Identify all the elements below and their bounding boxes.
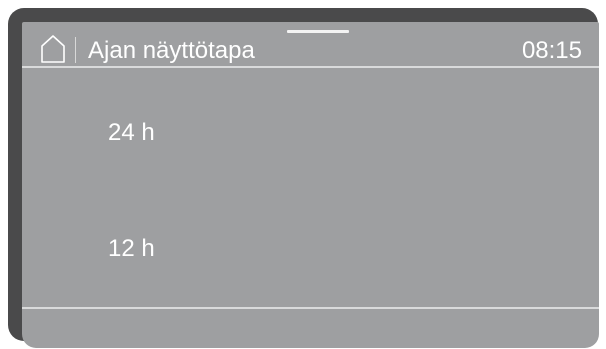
header-divider-line (22, 66, 599, 68)
clock-display: 08:15 (521, 37, 582, 64)
home-icon[interactable] (40, 34, 66, 64)
display-screen: Ajan näyttötapa 08:15 24 h 12 h (22, 22, 599, 348)
option-label: 24 h (108, 119, 155, 146)
header-bar: Ajan näyttötapa 08:15 (22, 22, 599, 67)
option-label: 12 h (108, 235, 155, 262)
header-divider (75, 37, 76, 63)
page-title: Ajan näyttötapa (88, 37, 255, 64)
footer-bar (22, 309, 599, 348)
option-24h[interactable]: 24 h (22, 84, 599, 184)
device-bezel: Ajan näyttötapa 08:15 24 h 12 h (8, 8, 599, 348)
option-12h[interactable]: 12 h (22, 200, 599, 300)
